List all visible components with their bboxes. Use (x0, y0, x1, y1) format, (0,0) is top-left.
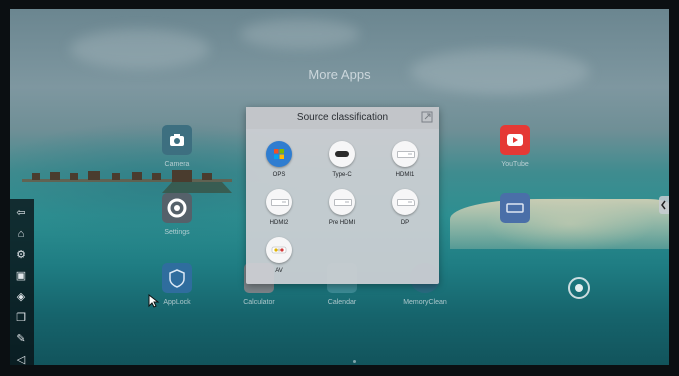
windows-icon (266, 141, 292, 167)
source-label: DP (400, 220, 410, 226)
dialog-header: Source classification (246, 107, 439, 129)
source-dialog: Source classification OPS Type-C HDMI1 H… (246, 107, 439, 284)
app-youtube[interactable]: YouTube (485, 125, 545, 168)
app-label: Camera (164, 161, 190, 168)
home-icon[interactable]: ⌂ (15, 228, 27, 240)
cloud (70, 29, 210, 69)
page-indicator (353, 360, 356, 363)
hdmi-icon (329, 189, 355, 215)
source-ops[interactable]: OPS (254, 141, 304, 178)
source-label: Type-C (332, 172, 352, 178)
app-label: YouTube (501, 161, 529, 168)
usb-c-icon (329, 141, 355, 167)
source-label: AV (275, 268, 283, 274)
hdmi-icon (266, 189, 292, 215)
settings-icon[interactable]: ⚙ (15, 249, 27, 261)
windows-icon[interactable]: ❐ (15, 312, 27, 324)
right-drawer-handle[interactable] (659, 196, 669, 214)
side-toolbar: ⇦ ⌂ ⚙ ▣ ◈ ❐ ✎ ◁ (10, 199, 34, 365)
close-icon[interactable] (421, 111, 433, 123)
app-camera[interactable]: Camera (147, 125, 207, 168)
source-dp[interactable]: DP (380, 189, 430, 226)
source-label: Pre HDMI (328, 220, 356, 226)
app-screen[interactable] (485, 193, 545, 229)
av-icon (266, 237, 292, 263)
floating-button[interactable] (568, 277, 590, 299)
source-pre-hdmi[interactable]: Pre HDMI (317, 189, 367, 226)
source-type-c[interactable]: Type-C (317, 141, 367, 178)
source-hdmi2[interactable]: HDMI2 (254, 189, 304, 226)
cloud (240, 19, 360, 49)
source-label: OPS (272, 172, 286, 178)
displayport-icon (392, 189, 418, 215)
source-av[interactable]: AV (254, 237, 304, 274)
app-label: MemoryClean (403, 299, 447, 306)
app-settings[interactable]: Settings (147, 193, 207, 236)
source-icon[interactable]: ▣ (15, 270, 27, 282)
page-title: More Apps (308, 67, 371, 82)
annotate-icon[interactable]: ✎ (15, 333, 27, 345)
hdmi-icon (392, 141, 418, 167)
app-label: Settings (164, 229, 190, 236)
source-label: HDMI1 (395, 172, 415, 178)
shield-icon (162, 263, 192, 293)
app-label: Calendar (327, 299, 357, 306)
back-icon[interactable]: ⇦ (15, 207, 27, 219)
volume-icon[interactable]: ◁ (15, 354, 27, 365)
chevron-left-icon (661, 200, 666, 210)
youtube-icon (500, 125, 530, 155)
mouse-cursor-icon (148, 294, 160, 308)
source-label: HDMI2 (269, 220, 289, 226)
island-image (450, 199, 669, 249)
camera-icon (162, 125, 192, 155)
dialog-title: Source classification (296, 112, 389, 123)
gear-icon (162, 193, 192, 223)
record-icon (575, 284, 583, 292)
app-label: Calculator (243, 299, 275, 306)
layers-icon[interactable]: ◈ (15, 291, 27, 303)
source-hdmi1[interactable]: HDMI1 (380, 141, 430, 178)
screen-icon (500, 193, 530, 223)
